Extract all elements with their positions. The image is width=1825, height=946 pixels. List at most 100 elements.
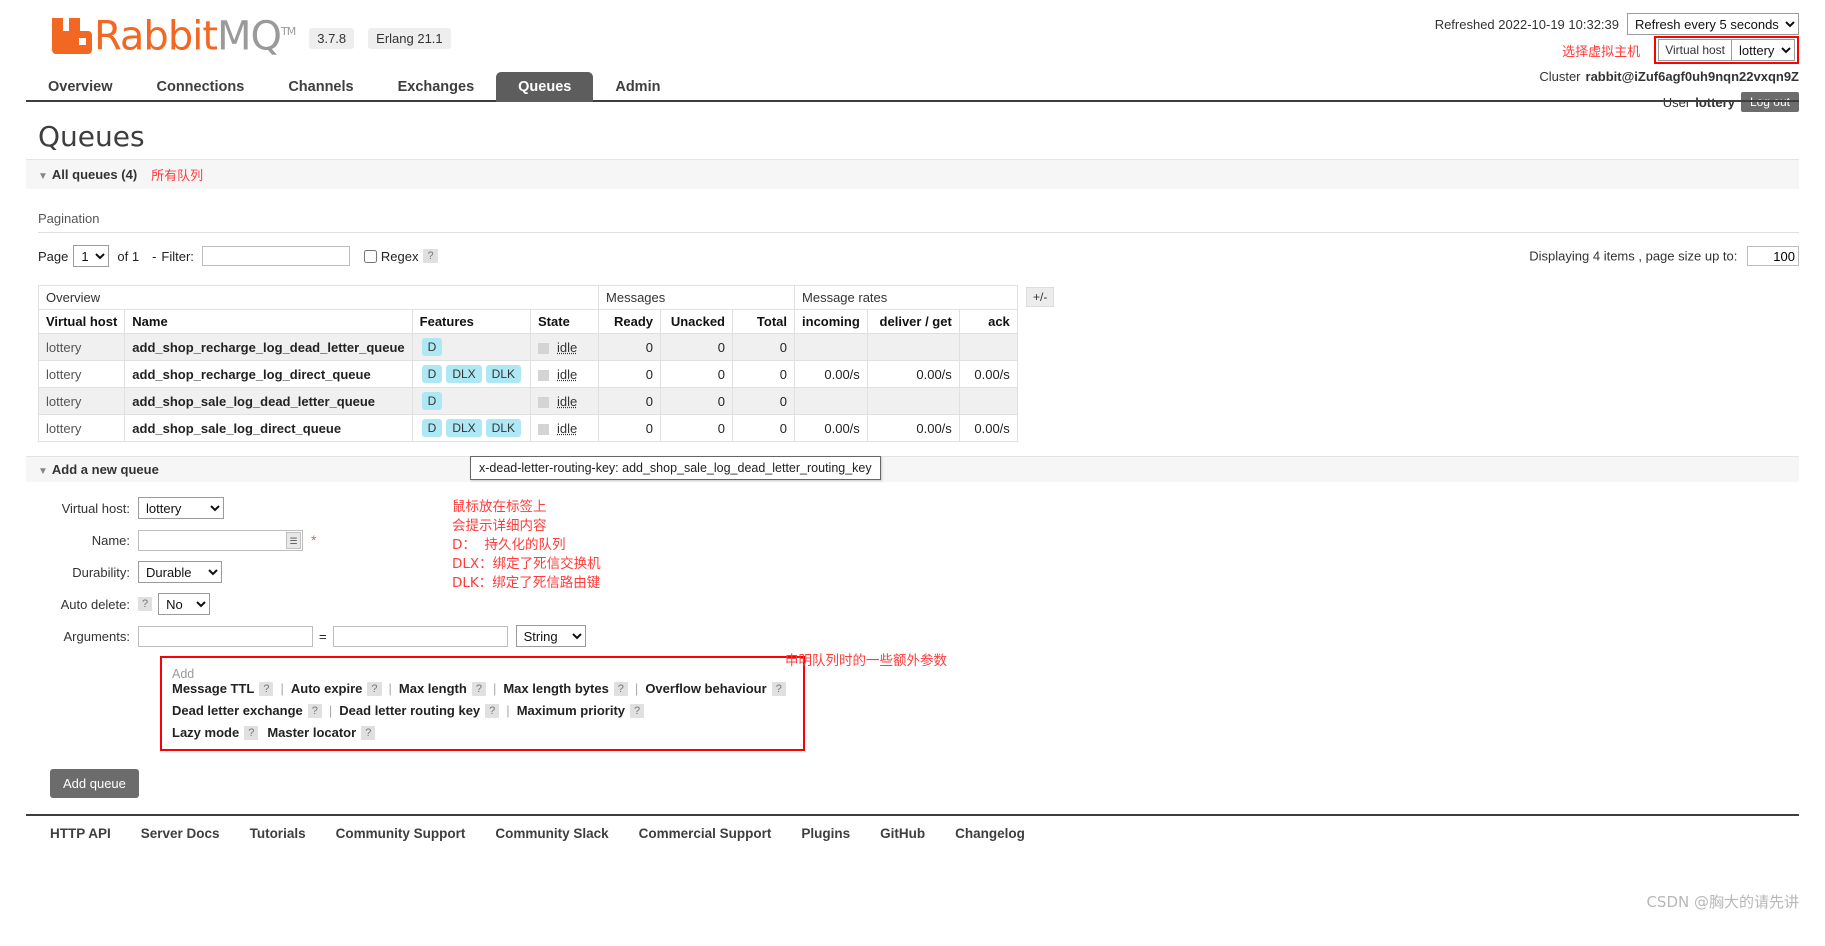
column-name[interactable]: Name	[124, 309, 413, 334]
displaying-text: Displaying 4 items , page size up to:	[1529, 248, 1738, 264]
argument-type-select[interactable]: String	[515, 625, 586, 647]
autodelete-help-icon[interactable]: ?	[138, 597, 153, 611]
argument-value-input[interactable]	[332, 625, 508, 647]
param-link-maximum-priority[interactable]: Maximum priority	[517, 703, 625, 718]
vhost-highlight-box: Virtual host lottery	[1654, 36, 1799, 64]
add-queue-collapse-caret-icon[interactable]: ▼	[38, 466, 48, 477]
regex-label: Regex	[380, 248, 419, 264]
param-help-icon[interactable]: ?	[630, 703, 645, 718]
state-text: idle	[557, 420, 578, 436]
param-link-lazy-mode[interactable]: Lazy mode	[172, 725, 239, 740]
regex-checkbox[interactable]	[363, 249, 377, 263]
feature-badge-d[interactable]: D	[421, 392, 443, 410]
param-help-icon[interactable]: ?	[485, 703, 500, 718]
name-picker-icon[interactable]: ☰	[286, 531, 301, 549]
param-help-icon[interactable]: ?	[771, 681, 786, 696]
cell-virtual-host: lottery	[37, 333, 126, 361]
add-queue-button[interactable]: Add queue	[50, 769, 139, 798]
form-row-vhost: Virtual host: lottery	[38, 496, 1799, 520]
autodelete-select[interactable]: No	[158, 593, 211, 615]
filter-dash: -	[152, 248, 157, 264]
param-help-icon[interactable]: ?	[471, 681, 486, 696]
cell-state: idle	[530, 360, 600, 388]
cell-deliver-get: 0.00/s	[866, 360, 960, 388]
feature-badge-dlk[interactable]: DLK	[485, 365, 522, 383]
nav-item-connections[interactable]: Connections	[135, 72, 267, 102]
table-row: lottery add_shop_recharge_log_dead_letter…	[37, 333, 1018, 361]
param-help-icon[interactable]: ?	[367, 681, 382, 696]
cell-incoming: 0.00/s	[794, 360, 868, 388]
column-ready[interactable]: Ready	[598, 309, 662, 334]
footer-link-community-support[interactable]: Community Support	[336, 826, 466, 841]
footer-link-server-docs[interactable]: Server Docs	[141, 826, 220, 841]
argument-key-input[interactable]	[138, 625, 313, 647]
add-queue-section: ▼ Add a new queue Virtual host: lottery N…	[26, 456, 1799, 798]
cell-queue-name[interactable]: add_shop_sale_log_direct_queue	[124, 414, 413, 442]
collapse-caret-icon[interactable]: ▼	[38, 171, 48, 182]
cell-queue-name[interactable]: add_shop_recharge_log_direct_queue	[124, 360, 413, 388]
param-link-max-length[interactable]: Max length	[399, 681, 467, 696]
queue-name-input[interactable]	[138, 529, 303, 551]
footer-link-commercial-support[interactable]: Commercial Support	[639, 826, 772, 841]
footer-link-tutorials[interactable]: Tutorials	[250, 826, 306, 841]
footer-link-github[interactable]: GitHub	[880, 826, 925, 841]
footer-link-community-slack[interactable]: Community Slack	[495, 826, 608, 841]
nav-item-admin[interactable]: Admin	[593, 72, 682, 102]
cell-incoming	[794, 387, 868, 415]
filter-input[interactable]	[201, 246, 350, 266]
nav-item-channels[interactable]: Channels	[266, 72, 375, 102]
param-link-overflow-behaviour[interactable]: Overflow behaviour	[645, 681, 766, 696]
durability-select[interactable]: Durable	[138, 561, 222, 583]
feature-badge-d[interactable]: D	[421, 365, 443, 383]
refresh-interval-select[interactable]: Refresh every 5 seconds	[1627, 13, 1799, 35]
all-queues-section-header[interactable]: ▼ All queues (4) 所有队列	[26, 159, 1799, 189]
cell-queue-name[interactable]: add_shop_sale_log_dead_letter_queue	[124, 387, 413, 415]
cell-virtual-host: lottery	[37, 360, 126, 388]
nav-item-exchanges[interactable]: Exchanges	[376, 72, 497, 102]
param-help-icon[interactable]: ?	[259, 681, 274, 696]
column-deliver-get[interactable]: deliver / get	[866, 309, 960, 334]
footer-link-changelog[interactable]: Changelog	[955, 826, 1025, 841]
footer-link-http-api[interactable]: HTTP API	[50, 826, 111, 841]
column-state[interactable]: State	[530, 309, 600, 334]
column-unacked[interactable]: Unacked	[660, 309, 734, 334]
add-queue-section-header[interactable]: ▼ Add a new queue	[26, 456, 1799, 482]
param-help-icon[interactable]: ?	[307, 703, 322, 718]
param-help-icon[interactable]: ?	[613, 681, 628, 696]
cell-ready: 0	[598, 360, 662, 388]
column-ack[interactable]: ack	[958, 309, 1018, 334]
feature-badge-dlx[interactable]: DLX	[446, 365, 482, 383]
nav-item-queues[interactable]: Queues	[496, 72, 594, 102]
form-vhost-select[interactable]: lottery	[138, 497, 224, 519]
columns-toggle-button[interactable]: +/-	[1026, 287, 1055, 307]
cell-features: D	[411, 387, 532, 415]
param-link-master-locator[interactable]: Master locator	[267, 725, 356, 740]
vhost-annotation: 选择虚拟主机	[1562, 44, 1641, 60]
feature-badge-dlk[interactable]: DLK	[485, 419, 522, 437]
footer-link-plugins[interactable]: Plugins	[801, 826, 850, 841]
column-total[interactable]: Total	[732, 309, 796, 334]
nav-item-overview[interactable]: Overview	[26, 72, 135, 102]
regex-help-icon[interactable]: ?	[423, 249, 438, 263]
column-virtual-host[interactable]: Virtual host	[37, 309, 126, 334]
param-help-icon[interactable]: ?	[244, 725, 259, 740]
cell-queue-name[interactable]: add_shop_recharge_log_dead_letter_queue	[124, 333, 413, 361]
page-label: Page	[38, 248, 69, 264]
feature-badge-d[interactable]: D	[421, 419, 443, 437]
param-link-message-ttl[interactable]: Message TTL	[172, 681, 254, 696]
feature-badge-dlx[interactable]: DLX	[446, 419, 482, 437]
param-link-auto-expire[interactable]: Auto expire	[291, 681, 363, 696]
param-help-icon[interactable]: ?	[361, 725, 376, 740]
param-link-max-length-bytes[interactable]: Max length bytes	[503, 681, 608, 696]
column-features[interactable]: Features	[411, 309, 532, 334]
queues-table-wrap: Overview Messages Message rates Virtual …	[37, 285, 1799, 480]
cell-deliver-get: 0.00/s	[866, 414, 960, 442]
feature-tooltip: x-dead-letter-routing-key: add_shop_sale…	[470, 456, 881, 480]
param-link-dead-letter-exchange[interactable]: Dead letter exchange	[172, 703, 303, 718]
page-select[interactable]: 1	[73, 245, 110, 267]
feature-badge-d[interactable]: D	[421, 338, 443, 356]
page-size-input[interactable]	[1747, 246, 1799, 266]
vhost-select[interactable]: lottery	[1731, 39, 1795, 61]
column-incoming[interactable]: incoming	[794, 309, 868, 334]
param-link-dead-letter-routing-key[interactable]: Dead letter routing key	[339, 703, 480, 718]
